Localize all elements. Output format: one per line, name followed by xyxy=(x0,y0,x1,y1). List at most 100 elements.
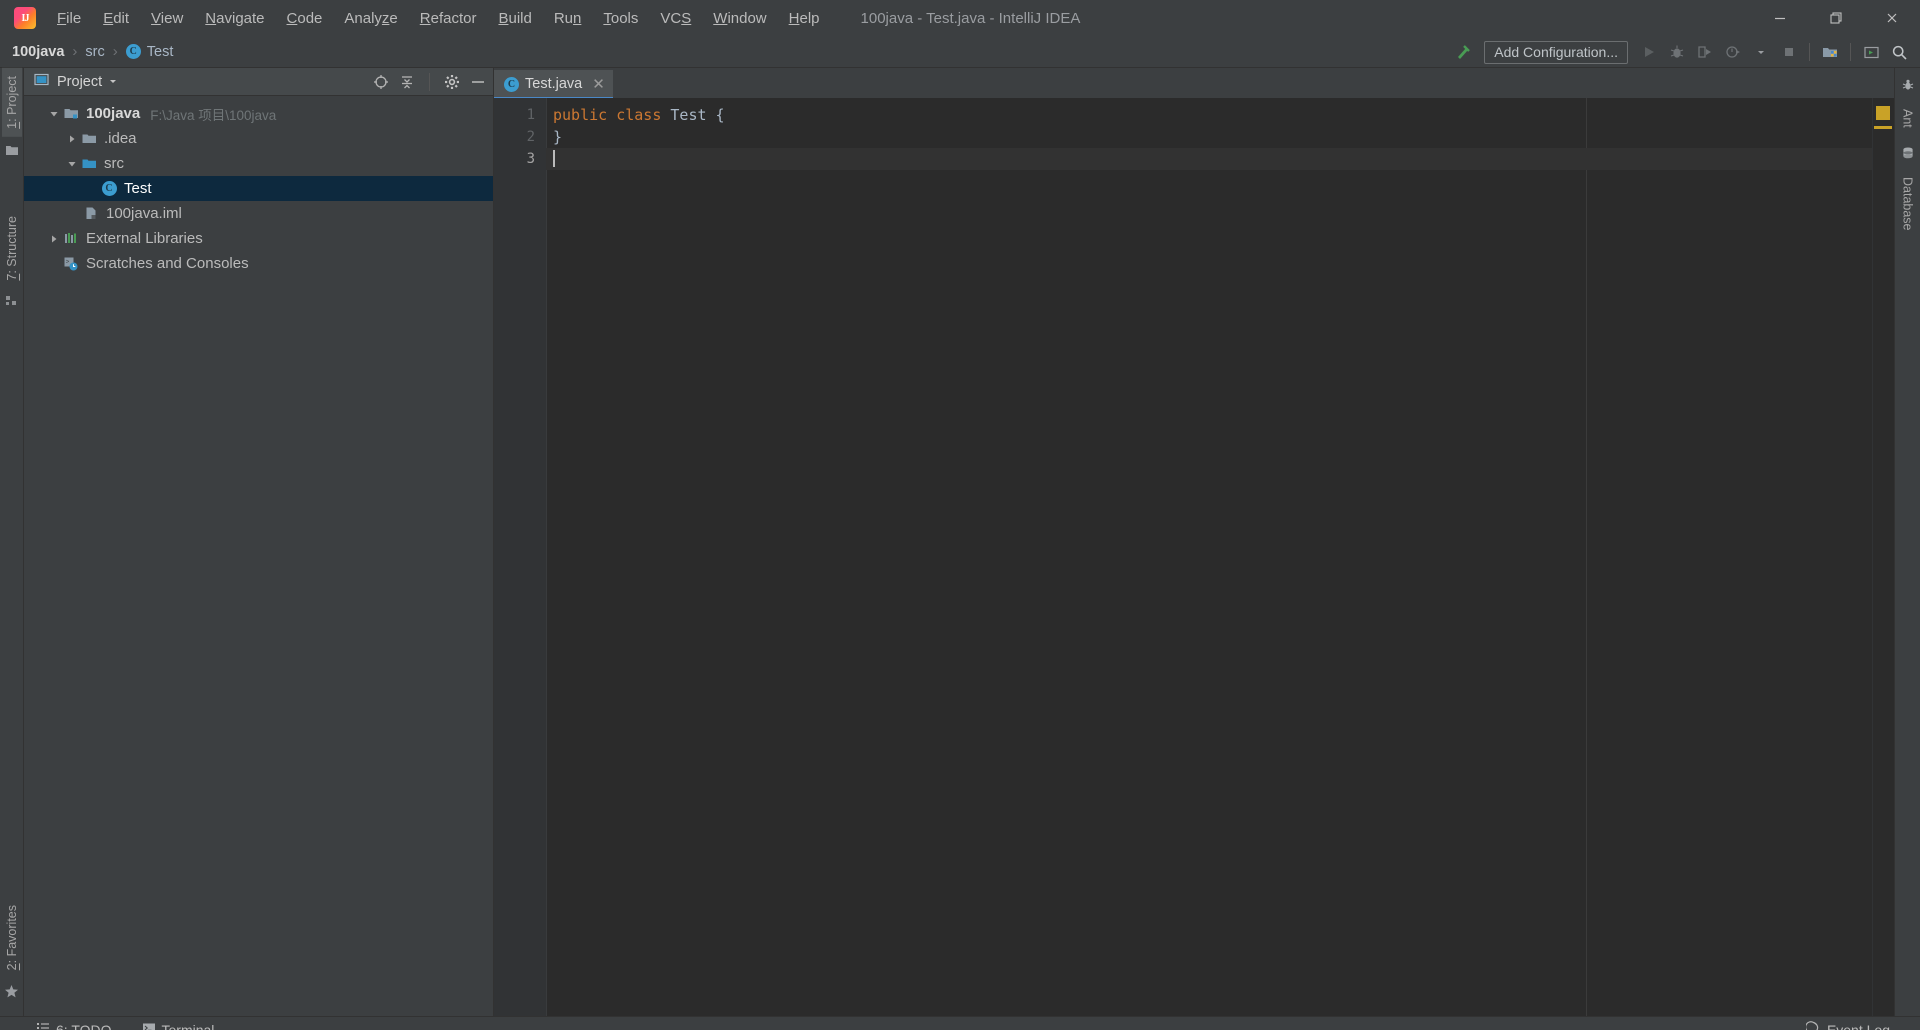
window-controls xyxy=(1752,0,1920,36)
editor-area: C Test.java ✕ 1 2 3 public class Test { … xyxy=(494,68,1894,1016)
chevron-expanded-icon[interactable] xyxy=(46,109,62,119)
navigation-bar: 100java › src › C Test Add Configuration… xyxy=(0,36,1920,68)
tree-row[interactable]: External Libraries xyxy=(24,226,493,251)
line-number: 1 xyxy=(526,107,535,123)
search-icon[interactable] xyxy=(1886,39,1912,65)
class-icon: C xyxy=(125,44,141,59)
text-caret xyxy=(553,150,555,167)
menu-item-window[interactable]: Window xyxy=(702,6,777,31)
token-public: public xyxy=(553,106,608,124)
menu-item-tools[interactable]: Tools xyxy=(592,6,649,31)
menu-item-analyze[interactable]: Analyze xyxy=(333,6,408,31)
event-log-button[interactable]: Event Log xyxy=(1804,1021,1890,1030)
menu-item-run[interactable]: Run xyxy=(543,6,593,31)
project-tool-window: Project 100java F:\Java 项目\100java .idea… xyxy=(24,68,494,1016)
main-body: 1: Project 7: Structure 2: Favorites Pro… xyxy=(0,68,1920,1016)
line-number: 3 xyxy=(526,151,535,167)
main-toolbar: Add Configuration... xyxy=(1450,36,1912,68)
toolbar-divider xyxy=(1850,43,1851,61)
menu-item-edit[interactable]: Edit xyxy=(92,6,140,31)
window-title: 100java - Test.java - IntelliJ IDEA xyxy=(860,9,1081,27)
stop-icon[interactable] xyxy=(1776,39,1802,65)
chevron-collapsed-icon[interactable] xyxy=(64,134,80,144)
sidebar-item-database-label: Database xyxy=(1900,176,1915,231)
code-content[interactable]: public class Test { } xyxy=(546,98,1872,1016)
line-number: 2 xyxy=(526,129,535,145)
event-log-label: Event Log xyxy=(1826,1022,1890,1030)
close-icon[interactable]: ✕ xyxy=(592,77,605,92)
profiler-icon[interactable] xyxy=(1720,39,1746,65)
terminal-window-icon[interactable] xyxy=(1858,39,1884,65)
debug-icon[interactable] xyxy=(1664,39,1690,65)
sidebar-item-favorites[interactable]: 2: Favorites xyxy=(2,897,22,978)
line-number-gutter: 1 2 3 xyxy=(494,98,546,1016)
hide-icon[interactable] xyxy=(469,73,487,91)
code-line-2: } xyxy=(546,126,1872,148)
gear-icon[interactable] xyxy=(443,73,461,91)
menu-item-refactor[interactable]: Refactor xyxy=(409,6,488,31)
panel-divider xyxy=(429,72,430,91)
folder-icon xyxy=(80,131,98,146)
scroll-from-source-icon[interactable] xyxy=(372,73,390,91)
menu-item-view[interactable]: View xyxy=(140,6,194,31)
restore-icon[interactable] xyxy=(1808,0,1864,36)
editor-tab-bar: C Test.java ✕ xyxy=(494,68,1894,100)
tool-window-todo[interactable]: 6: TODO xyxy=(30,1019,118,1030)
chevron-down-icon[interactable] xyxy=(1748,39,1774,65)
right-margin-line xyxy=(1586,98,1587,1016)
run-icon[interactable] xyxy=(1636,39,1662,65)
tree-row[interactable]: src xyxy=(24,151,493,176)
token-class: class xyxy=(616,106,662,124)
tab-test-java[interactable]: C Test.java ✕ xyxy=(494,70,613,100)
collapse-all-icon[interactable] xyxy=(398,73,416,91)
breadcrumb-separator: › xyxy=(112,43,118,60)
code-line-1: public class Test { xyxy=(546,104,1872,126)
menu-item-help[interactable]: Help xyxy=(778,6,831,31)
project-panel-header: Project xyxy=(24,68,493,96)
breadcrumb-test-label: Test xyxy=(146,43,174,60)
sidebar-item-ant[interactable]: Ant xyxy=(1898,101,1918,136)
sidebar-item-structure[interactable]: 7: Structure xyxy=(2,208,22,289)
tree-row-test[interactable]: C Test xyxy=(24,176,493,201)
chevron-down-icon[interactable] xyxy=(108,73,118,91)
menu-item-vcs[interactable]: VCS xyxy=(649,6,702,31)
token-open-brace: { xyxy=(706,106,725,124)
chevron-collapsed-icon[interactable] xyxy=(46,234,62,244)
minimize-icon[interactable] xyxy=(1752,0,1808,36)
close-icon[interactable] xyxy=(1864,0,1920,36)
tree-label: 100java.iml xyxy=(106,205,182,222)
logo-text: IJ xyxy=(21,12,30,24)
breadcrumb-src[interactable]: src xyxy=(85,44,104,60)
tool-window-todo-label: 6: TODO xyxy=(56,1021,112,1030)
breadcrumb-separator: › xyxy=(72,43,78,60)
menu-item-navigate[interactable]: Navigate xyxy=(194,6,275,31)
chevron-expanded-icon[interactable] xyxy=(64,159,80,169)
tree-row[interactable]: > Scratches and Consoles xyxy=(24,251,493,276)
run-with-coverage-icon[interactable] xyxy=(1692,39,1718,65)
tree-row[interactable]: 100java.iml xyxy=(24,201,493,226)
add-configuration-button[interactable]: Add Configuration... xyxy=(1484,40,1628,64)
sidebar-item-project[interactable]: 1: Project xyxy=(1,68,22,137)
tree-row[interactable]: 100java F:\Java 项目\100java xyxy=(24,101,493,126)
sidebar-item-project-label: 1: Project xyxy=(4,76,19,129)
code-line-3 xyxy=(546,148,1872,170)
code-editor[interactable]: 1 2 3 public class Test { } xyxy=(494,98,1894,1016)
project-structure-icon[interactable] xyxy=(1817,39,1843,65)
database-icon xyxy=(1901,136,1915,169)
todo-icon xyxy=(36,1021,50,1030)
tool-window-terminal[interactable]: Terminal xyxy=(136,1019,221,1030)
tree-row[interactable]: .idea xyxy=(24,126,493,151)
menu-item-build[interactable]: Build xyxy=(487,6,542,31)
right-tool-stripe: Ant Database xyxy=(1894,68,1920,1016)
title-bar: IJ File Edit View Navigate Code Analyze … xyxy=(0,0,1920,36)
sidebar-item-database[interactable]: Database xyxy=(1898,169,1918,239)
menu-item-file[interactable]: File xyxy=(46,6,92,31)
menu-item-code[interactable]: Code xyxy=(276,6,334,31)
breadcrumb-project[interactable]: 100java xyxy=(12,44,64,60)
error-stripe[interactable] xyxy=(1872,98,1894,1016)
breadcrumb-test[interactable]: C Test xyxy=(125,43,174,60)
inspection-warning-marker[interactable] xyxy=(1876,106,1890,120)
libraries-icon xyxy=(62,231,80,246)
hammer-icon[interactable] xyxy=(1450,39,1476,65)
tree-label: 100java xyxy=(86,105,141,122)
